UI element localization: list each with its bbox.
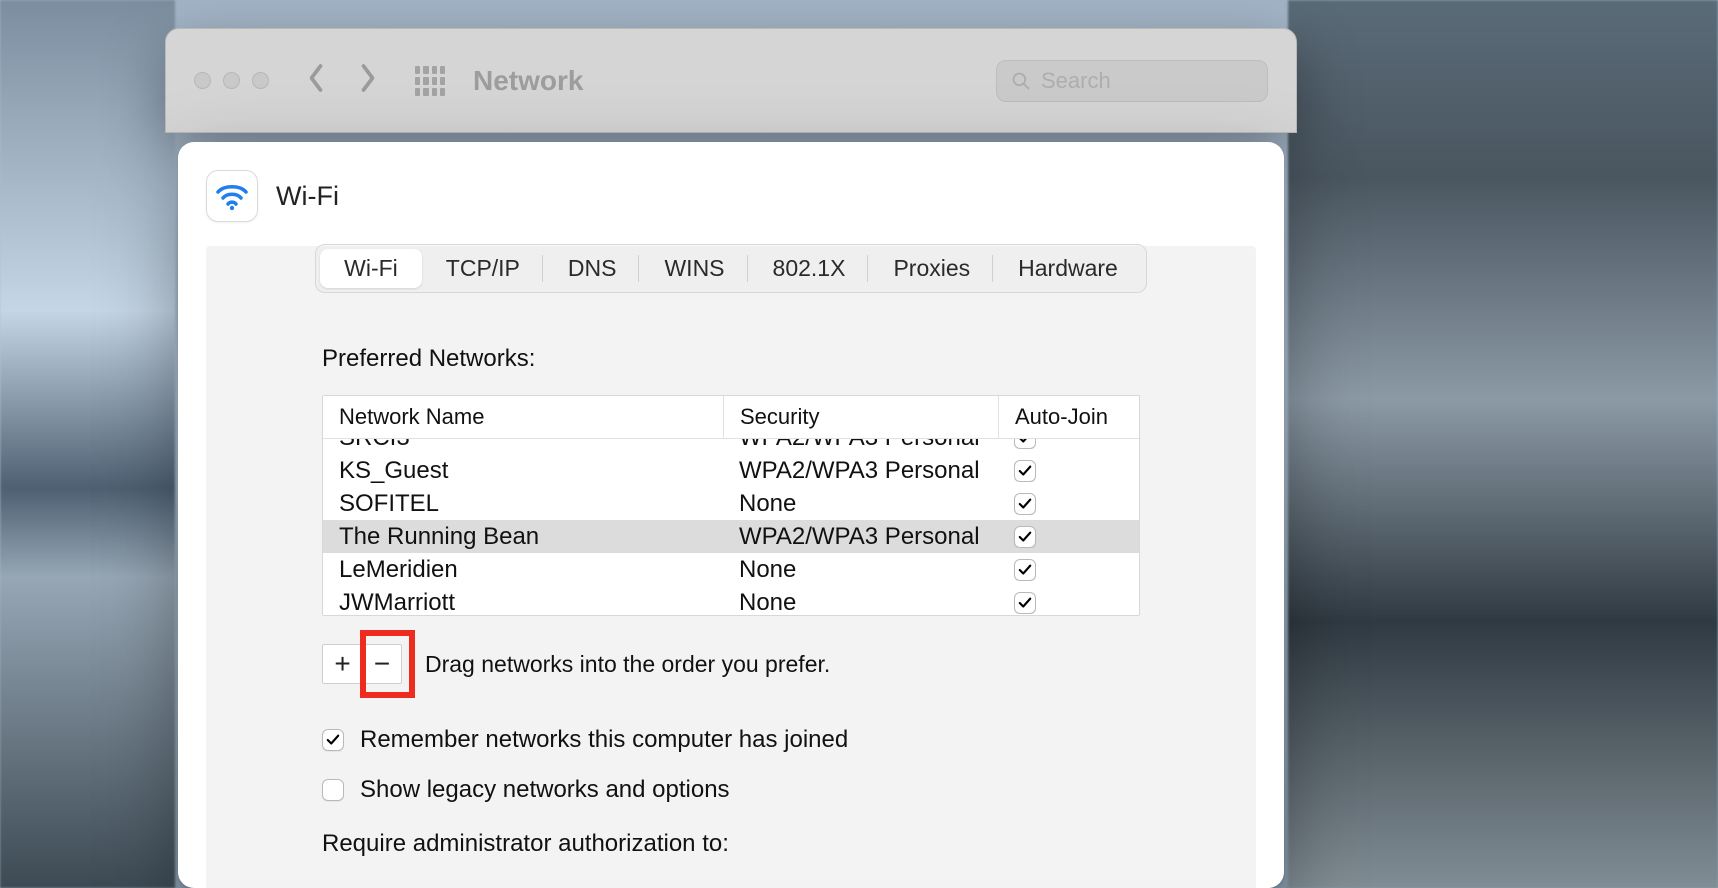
network-name-cell: SRCI3 — [323, 439, 723, 452]
show-all-button[interactable] — [415, 66, 445, 96]
preferred-networks-label: Preferred Networks: — [322, 345, 1140, 373]
remember-networks-option[interactable]: Remember networks this computer has join… — [322, 726, 1140, 754]
auto-join-cell — [998, 592, 1139, 614]
tab-proxies[interactable]: Proxies — [869, 249, 994, 288]
tab-dns[interactable]: DNS — [544, 249, 641, 288]
search-field[interactable]: Search — [996, 60, 1268, 102]
wifi-icon — [206, 170, 258, 222]
auto-join-cell — [998, 460, 1139, 482]
auto-join-checkbox[interactable] — [1014, 559, 1036, 581]
auto-join-cell — [998, 559, 1139, 581]
network-name-cell: LeMeridien — [323, 556, 723, 584]
zoom-window-button[interactable] — [252, 72, 269, 89]
checkmark-icon — [1018, 497, 1032, 511]
tab-bar: Wi-Fi TCP/IP DNS WINS 802.1X Proxies Har… — [315, 244, 1147, 293]
chevron-left-icon — [305, 63, 327, 93]
col-security[interactable]: Security — [723, 396, 998, 438]
table-row[interactable]: JWMarriottNone — [323, 586, 1139, 615]
auto-join-cell — [998, 439, 1139, 449]
network-name-cell: The Running Bean — [323, 523, 723, 551]
col-auto-join[interactable]: Auto-Join — [998, 396, 1139, 438]
network-name-cell: SOFITEL — [323, 490, 723, 518]
search-placeholder: Search — [1041, 68, 1111, 94]
table-row[interactable]: The Running BeanWPA2/WPA3 Personal — [323, 520, 1139, 553]
table-row[interactable]: SRCI3WPA2/WPA3 Personal — [323, 439, 1139, 454]
table-row[interactable]: SOFITELNone — [323, 487, 1139, 520]
security-cell: WPA2/WPA3 Personal — [723, 439, 998, 452]
table-header: Network Name Security Auto-Join — [323, 396, 1139, 439]
checkmark-icon — [1018, 530, 1032, 544]
auto-join-cell — [998, 493, 1139, 515]
remember-networks-label: Remember networks this computer has join… — [360, 726, 848, 754]
plus-icon: + — [334, 650, 350, 678]
tab-tcpip[interactable]: TCP/IP — [422, 249, 544, 288]
remove-network-button[interactable]: − — [362, 644, 402, 684]
system-preferences-window: Network Search — [165, 28, 1297, 133]
network-name-cell: JWMarriott — [323, 589, 723, 616]
table-row[interactable]: LeMeridienNone — [323, 553, 1139, 586]
preferred-networks-table: Network Name Security Auto-Join SRCI3WPA… — [322, 395, 1140, 616]
tab-hardware[interactable]: Hardware — [994, 249, 1142, 288]
auto-join-checkbox[interactable] — [1014, 493, 1036, 515]
window-title: Network — [473, 65, 583, 97]
back-button[interactable] — [305, 63, 327, 98]
network-name-cell: KS_Guest — [323, 457, 723, 485]
security-cell: WPA2/WPA3 Personal — [723, 523, 998, 551]
close-window-button[interactable] — [194, 72, 211, 89]
checkmark-icon — [1018, 439, 1032, 445]
checkmark-icon — [1018, 596, 1032, 610]
legacy-networks-label: Show legacy networks and options — [360, 776, 730, 804]
forward-button[interactable] — [357, 63, 379, 98]
auto-join-checkbox[interactable] — [1014, 526, 1036, 548]
tab-wins[interactable]: WINS — [640, 249, 748, 288]
tab-wifi[interactable]: Wi-Fi — [320, 249, 422, 288]
table-row[interactable]: KS_GuestWPA2/WPA3 Personal — [323, 454, 1139, 487]
table-body[interactable]: SRCI3WPA2/WPA3 PersonalKS_GuestWPA2/WPA3… — [323, 439, 1139, 615]
security-cell: WPA2/WPA3 Personal — [723, 457, 998, 485]
auto-join-cell — [998, 526, 1139, 548]
remember-networks-checkbox[interactable] — [322, 729, 344, 751]
desktop-wallpaper-left — [0, 0, 175, 888]
col-network-name[interactable]: Network Name — [323, 396, 723, 438]
minimize-window-button[interactable] — [223, 72, 240, 89]
legacy-networks-option[interactable]: Show legacy networks and options — [322, 776, 1140, 804]
add-network-button[interactable]: + — [322, 644, 362, 684]
content-panel: Wi-Fi TCP/IP DNS WINS 802.1X Proxies Har… — [206, 246, 1256, 888]
drag-hint: Drag networks into the order you prefer. — [425, 651, 830, 678]
apps-grid-icon — [415, 66, 445, 96]
auto-join-checkbox[interactable] — [1014, 439, 1036, 449]
auto-join-checkbox[interactable] — [1014, 460, 1036, 482]
checkmark-icon — [326, 733, 340, 747]
sheet-title: Wi-Fi — [276, 181, 339, 212]
security-cell: None — [723, 589, 998, 616]
window-controls — [194, 72, 269, 89]
wifi-advanced-sheet: Wi-Fi Wi-Fi TCP/IP DNS WINS 802.1X Proxi… — [178, 142, 1284, 888]
search-icon — [1011, 71, 1031, 91]
require-admin-label: Require administrator authorization to: — [322, 830, 1140, 858]
security-cell: None — [723, 490, 998, 518]
tab-8021x[interactable]: 802.1X — [749, 249, 870, 288]
auto-join-checkbox[interactable] — [1014, 592, 1036, 614]
table-button-group: + − — [322, 644, 402, 684]
checkmark-icon — [1018, 563, 1032, 577]
titlebar: Network Search — [166, 29, 1296, 132]
checkmark-icon — [1018, 464, 1032, 478]
security-cell: None — [723, 556, 998, 584]
legacy-networks-checkbox[interactable] — [322, 779, 344, 801]
chevron-right-icon — [357, 63, 379, 93]
sheet-header: Wi-Fi — [206, 170, 1256, 222]
desktop-wallpaper-right — [1288, 0, 1718, 888]
minus-icon: − — [374, 650, 390, 678]
